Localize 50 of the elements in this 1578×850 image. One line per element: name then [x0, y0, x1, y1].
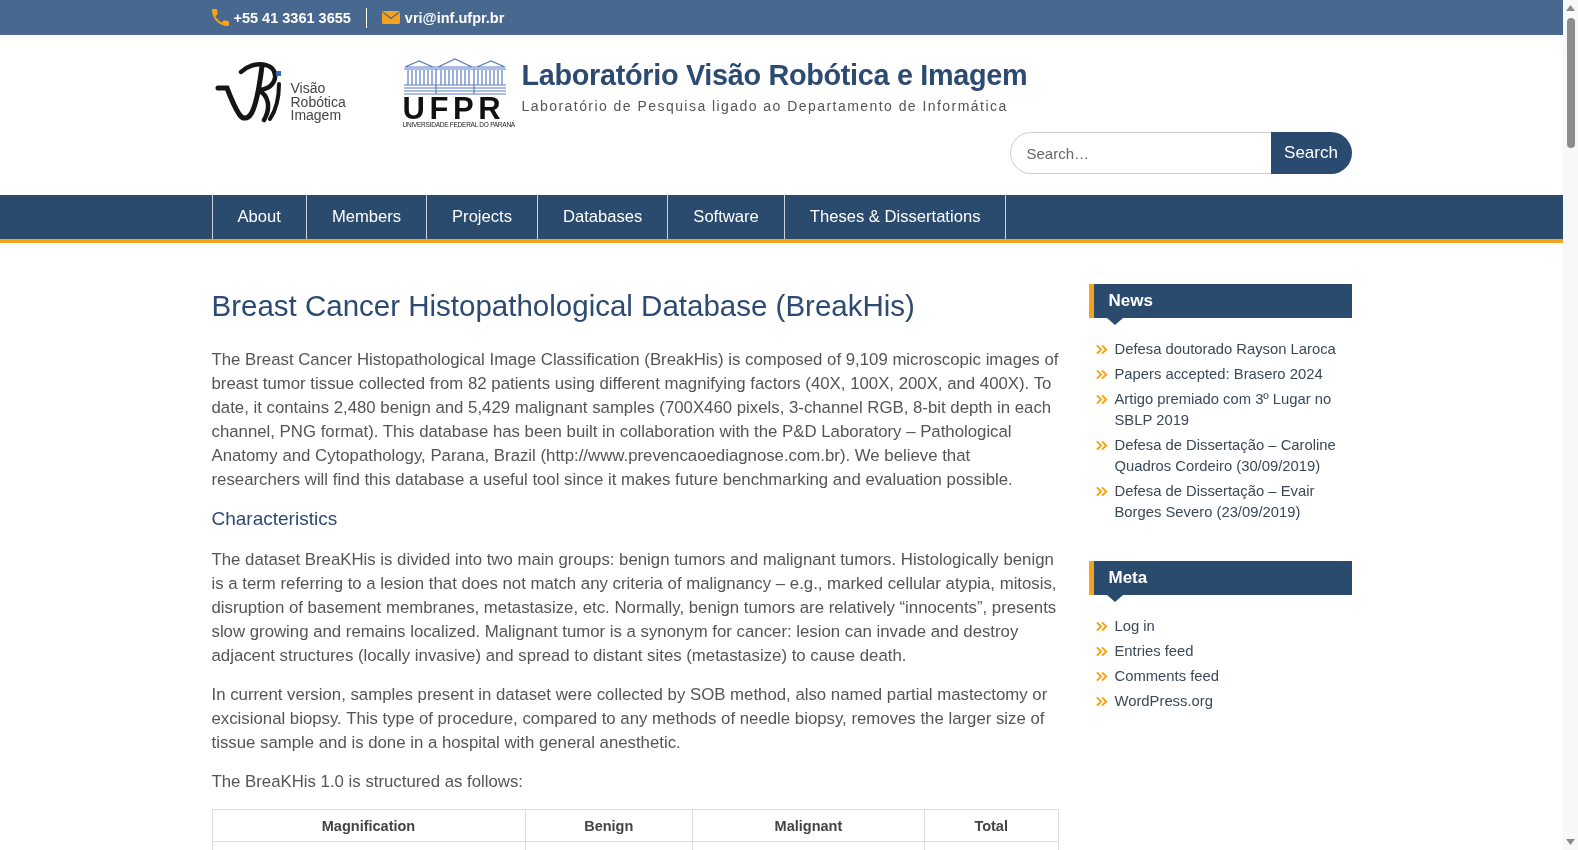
- sidebar-link[interactable]: Log in: [1114, 616, 1155, 637]
- phone-link[interactable]: +55 41 3361 3655: [233, 8, 351, 27]
- sidebar-link[interactable]: Artigo premiado com 3º Lugar no SBLP 2019: [1114, 389, 1352, 431]
- body-paragraph: The Breast Cancer Histopathological Image Classification (BreakHis) is composed of 9,109 microscopic images of breast tumor tissue collected from 82 patients using different magnifying factors (40X, 100X, 200X, and 400X). To date, it contains 2,480 benign and 5,429 malignant samples (700X460 pixels, 3-channel RGB, 8-bit depth in each channel, PNG format). This database has been built in collaboration with the P&D Laboratory – Pathological Anatomy and Cytopathology, Parana, Brazil (http://www.prevencaoediagnose.com.br). We believe that researchers will find this database a useful tool since it makes future benchmarking and evaluation possible.: [211, 349, 1059, 491]
- site-title[interactable]: Laboratório Visão Robótica e Imagem: [521, 57, 1028, 93]
- email-link[interactable]: vri@inf.ufpr.br: [404, 8, 505, 27]
- body-paragraph: The dataset BreaKHis is divided into two main groups: benign tumors and malignant tumors. Histologically benign is a term referring to a lesion that does not match any criteria of malignancy – e.g., marked cellular atypia, mitosis, disruption of basement membranes, metastasize, etc. Normally, benign tumors are relatively “innocents”, presents slow growing and remains localized. Malignant tumor is a synonym for cancer: lesion can invade and destroy adjacent structures (locally invasive) and spread to distant sites (metastasize) to cause death.: [211, 549, 1058, 667]
- double-chevron-icon: [1095, 344, 1108, 355]
- scrollbar-thumb[interactable]: [1566, 18, 1575, 148]
- double-chevron-icon: [1095, 486, 1108, 497]
- body-paragraph: In current version, samples present in dataset were collected by SOB method, also named partial mastectomy or excisional biopsy. This type of procedure, compared to any methods of needle biopsy, removes the larger size of tissue sample and is done in a hospital with general anesthetic.: [211, 684, 1049, 754]
- logo-caption: Visão Robótica Imagem: [290, 82, 346, 123]
- sidebar-link[interactable]: Defesa doutorado Rayson Laroca: [1114, 339, 1336, 360]
- body-paragraph: The BreaKHis 1.0 is structured as follows:: [211, 771, 524, 793]
- nav-link[interactable]: Members: [306, 195, 428, 239]
- column-header: Magnification: [212, 809, 525, 842]
- column-header: Benign: [525, 809, 693, 842]
- nav-link[interactable]: Projects: [427, 195, 538, 239]
- double-chevron-icon: [1095, 440, 1108, 451]
- nav-link[interactable]: Theses & Dissertations: [784, 195, 1007, 239]
- nav-link[interactable]: About: [211, 195, 307, 239]
- double-chevron-icon: [1095, 369, 1108, 380]
- phone-icon: [211, 9, 229, 26]
- double-chevron-icon: [1095, 621, 1108, 632]
- sidebar-link[interactable]: Papers accepted: Brasero 2024: [1114, 364, 1323, 385]
- envelope-icon: [381, 11, 400, 24]
- section-heading: Characteristics: [211, 507, 339, 531]
- search-button[interactable]: Search: [1270, 132, 1352, 174]
- article-title: Breast Cancer Histopathological Database (BreakHis): [211, 288, 916, 324]
- double-chevron-icon: [1095, 646, 1108, 657]
- column-header: Total: [924, 809, 1058, 842]
- sidebar-link[interactable]: Entries feed: [1114, 641, 1194, 662]
- pointer-icon: [1106, 318, 1123, 325]
- double-chevron-icon: [1095, 696, 1108, 707]
- sidebar-link[interactable]: WordPress.org: [1114, 691, 1213, 712]
- nav-link[interactable]: Databases: [538, 195, 669, 239]
- sidebar-link[interactable]: Defesa de Dissertação – Evair Borges Severo (23/09/2019): [1114, 481, 1352, 523]
- search-field[interactable]: Search…: [1009, 132, 1271, 174]
- double-chevron-icon: [1095, 394, 1108, 405]
- column-header: Malignant: [692, 809, 925, 842]
- sidebar-link[interactable]: Comments feed: [1114, 666, 1219, 687]
- sidebar-link[interactable]: Defesa de Dissertação – Caroline Quadros Cordeiro (30/09/2019): [1114, 435, 1352, 477]
- university-wordmark: UFPR: [402, 96, 506, 121]
- building-icon: [402, 58, 507, 96]
- scroll-up-arrow-icon[interactable]: [1566, 5, 1575, 11]
- double-chevron-icon: [1095, 671, 1108, 682]
- nav-link[interactable]: Software: [668, 195, 785, 239]
- site-tagline: Laboratório de Pesquisa ligado ao Departamento de Informática: [521, 97, 1009, 115]
- pointer-icon: [1106, 595, 1123, 602]
- scroll-down-arrow-icon[interactable]: [1566, 839, 1575, 845]
